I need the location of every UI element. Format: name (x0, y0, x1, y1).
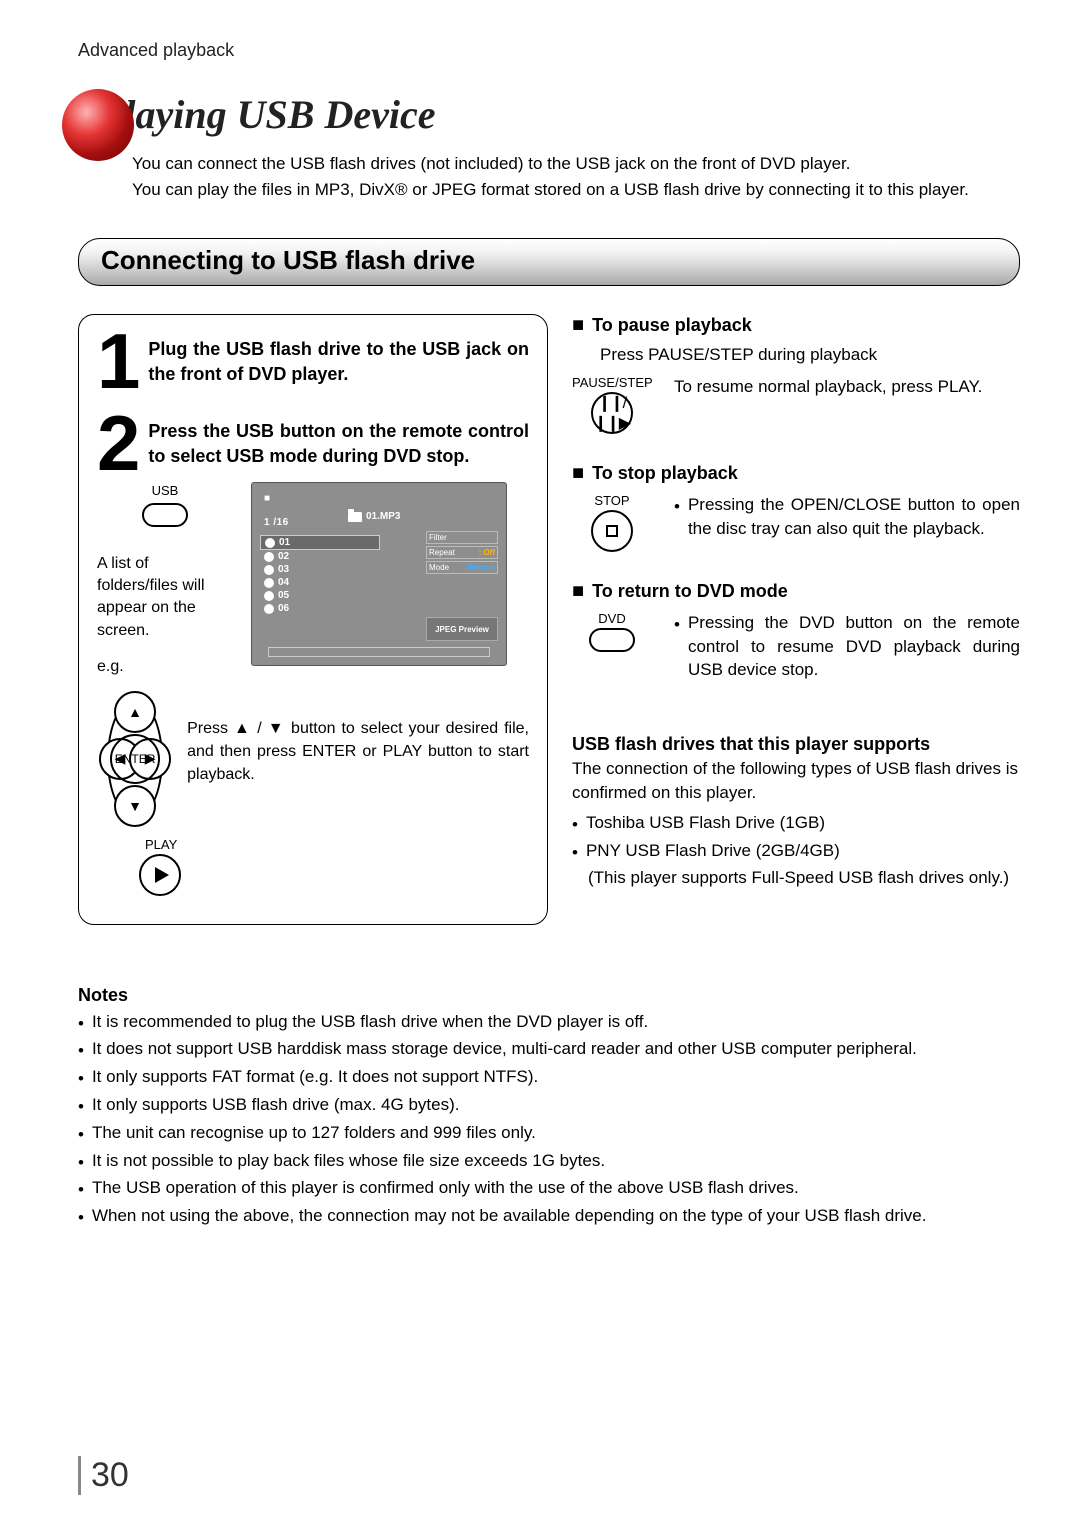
step-2: 2 Press the USB button on the remote con… (97, 415, 529, 473)
section-heading: Connecting to USB flash drive (78, 238, 1020, 286)
nav-pad-icon: ENTER (107, 699, 163, 819)
stop-section: ■ To stop playback STOP •Pressing the OPE… (572, 462, 1020, 552)
usb-button-label: USB (97, 482, 233, 500)
pause-button-icon: ❙❙/❙❙▶ (591, 392, 633, 434)
mode-tag: Mode: Normal (426, 561, 498, 574)
note-item: •It is recommended to plug the USB flash… (78, 1010, 1020, 1036)
note-item: •It only supports USB flash drive (max. … (78, 1093, 1020, 1119)
play-button-icon (139, 854, 181, 896)
square-bullet-icon: ■ (572, 580, 584, 603)
notes-list: •It is recommended to plug the USB flash… (78, 1010, 1020, 1230)
support-heading: USB flash drives that this player suppor… (572, 734, 1020, 755)
pause-desc: To resume normal playback, press PLAY. (674, 375, 1020, 399)
note-icon (264, 591, 274, 601)
jpeg-preview-box: JPEG Preview (426, 617, 498, 641)
list-item: 03 (260, 563, 380, 576)
play-button-label: PLAY (145, 837, 529, 852)
note-icon (265, 538, 275, 548)
intro-line-2: You can play the files in MP3, DivX® or … (132, 177, 1020, 203)
step-2-text: Press the USB button on the remote contr… (148, 415, 529, 473)
note-icon (264, 578, 274, 588)
square-bullet-icon: ■ (572, 314, 584, 337)
support-para: The connection of the following types of… (572, 757, 1020, 805)
note-item: •It does not support USB harddisk mass s… (78, 1037, 1020, 1063)
folder-icon (348, 512, 362, 522)
stop-button-icon (591, 510, 633, 552)
screen-counter: 1 /16 (264, 517, 289, 528)
stop-button-block: STOP (572, 493, 652, 552)
pause-section: ■ To pause playback Press PAUSE/STEP duri… (572, 314, 1020, 434)
support-note: (This player supports Full-Speed USB fla… (588, 866, 1020, 890)
list-caption: A list of folders/files will appear on t… (97, 553, 233, 643)
nav-down-icon (114, 785, 156, 827)
stop-button-label: STOP (572, 493, 652, 508)
note-icon (264, 565, 274, 575)
pause-button-label: PAUSE/STEP (572, 375, 652, 390)
dvd-button-label: DVD (572, 611, 652, 626)
dvd-section: ■ To return to DVD mode DVD •Pressing the… (572, 580, 1020, 684)
stop-bullet: •Pressing the OPEN/CLOSE button to open … (674, 493, 1020, 541)
stop-heading: To stop playback (592, 463, 738, 484)
nav-pad-row: ENTER Press ▲ / ▼ button to select your … (97, 699, 529, 819)
breadcrumb: Advanced playback (78, 40, 1020, 61)
repeat-tag: Repeat: Off (426, 546, 498, 559)
pause-heading: To pause playback (592, 315, 752, 336)
pause-button-block: PAUSE/STEP ❙❙/❙❙▶ (572, 375, 652, 434)
list-item: 01 (260, 535, 380, 550)
eg-label: e.g. (97, 656, 233, 678)
pause-line: Press PAUSE/STEP during playback (600, 343, 1020, 367)
intro-text: You can connect the USB flash drives (no… (132, 151, 1020, 202)
page-number: 30 (78, 1456, 129, 1495)
step-2-number: 2 (97, 415, 136, 473)
play-button-block: PLAY (135, 837, 529, 896)
note-item: •It only supports FAT format (e.g. It do… (78, 1065, 1020, 1091)
step-1-text: Plug the USB flash drive to the USB jack… (148, 333, 529, 391)
list-item: 04 (260, 576, 380, 589)
filter-tag: Filter (426, 531, 498, 544)
square-bullet-icon: ■ (572, 462, 584, 485)
note-item: •The USB operation of this player is con… (78, 1176, 1020, 1202)
steps-box: 1 Plug the USB flash drive to the USB ja… (78, 314, 548, 925)
support-item: •PNY USB Flash Drive (2GB/4GB) (572, 839, 1020, 865)
notes-heading: Notes (78, 985, 1020, 1006)
screen-current-file: 01.MP3 (348, 511, 400, 522)
step-1: 1 Plug the USB flash drive to the USB ja… (97, 333, 529, 391)
list-item: 06 (260, 602, 380, 615)
title-wrap: Playing USB Device (62, 95, 1020, 135)
screen-side-panel: Filter Repeat: Off Mode: Normal (426, 531, 498, 576)
note-item: •The unit can recognise up to 127 folder… (78, 1121, 1020, 1147)
screen-scrollbar (268, 647, 490, 657)
nav-enter-label: ENTER (110, 734, 160, 784)
nav-up-icon (114, 691, 156, 733)
dvd-button-icon (589, 628, 635, 652)
screen-file-list: 01 02 03 04 05 06 (260, 535, 380, 615)
page-title: Playing USB Device (62, 95, 1020, 135)
step-1-number: 1 (97, 333, 136, 391)
dvd-bullet: •Pressing the DVD button on the remote c… (674, 611, 1020, 682)
stop-indicator-icon: ■ (264, 493, 270, 504)
dvd-button-block: DVD (572, 611, 652, 652)
note-item: •It is not possible to play back files w… (78, 1149, 1020, 1175)
red-orb-icon (62, 89, 134, 161)
support-item: •Toshiba USB Flash Drive (1GB) (572, 811, 1020, 837)
list-item: 05 (260, 589, 380, 602)
note-item: •When not using the above, the connectio… (78, 1204, 1020, 1230)
usb-button-and-caption: USB A list of folders/files will appear … (97, 482, 233, 678)
note-icon (264, 604, 274, 614)
note-icon (264, 552, 274, 562)
dvd-heading: To return to DVD mode (592, 581, 788, 602)
usb-button-icon (142, 503, 188, 527)
list-item: 02 (260, 550, 380, 563)
intro-line-1: You can connect the USB flash drives (no… (132, 151, 1020, 177)
file-list-screen-illustration: ■ 1 /16 01.MP3 01 02 03 04 05 06 Filter … (251, 482, 507, 666)
nav-instruction-text: Press ▲ / ▼ button to select your desire… (187, 699, 529, 787)
